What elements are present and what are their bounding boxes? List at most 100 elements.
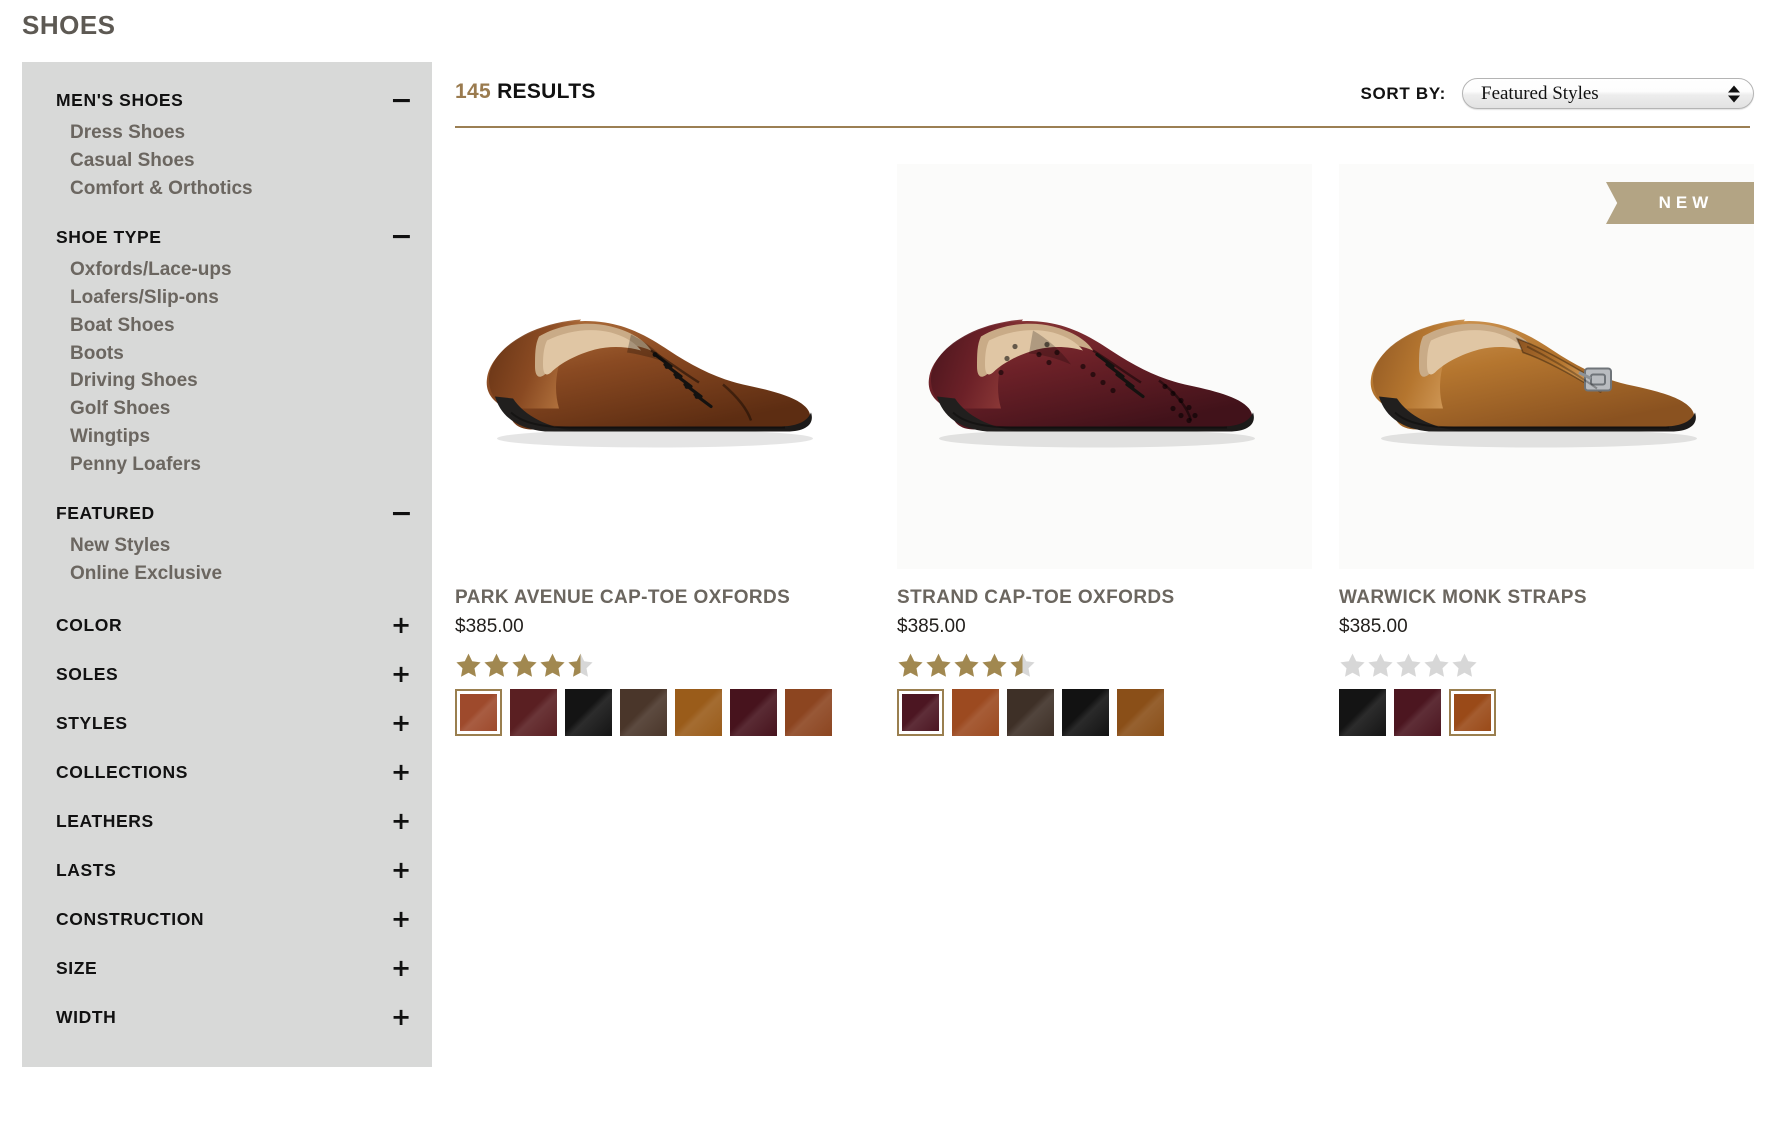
filter-group-color: COLOR +: [22, 602, 432, 651]
product-name[interactable]: WARWICK MONK STRAPS: [1339, 587, 1754, 609]
results-count: 145 RESULTS: [455, 80, 596, 104]
swatch-color: [902, 694, 939, 731]
product-price: $385.00: [1339, 616, 1408, 637]
sort-control: SORT BY: Featured Styles: [1360, 78, 1754, 109]
expand-plus-icon[interactable]: +: [390, 613, 412, 637]
filter-item[interactable]: Dress Shoes: [70, 119, 412, 147]
filter-group-title: SIZE: [56, 957, 98, 978]
filter-item[interactable]: New Styles: [70, 532, 412, 560]
color-swatch[interactable]: [1117, 689, 1164, 736]
color-swatch-selected[interactable]: [1449, 689, 1496, 736]
color-swatch[interactable]: [565, 689, 612, 736]
collapse-minus-icon[interactable]: −: [390, 87, 413, 114]
results-toolbar: 145 RESULTS SORT BY: Featured Styles: [455, 62, 1755, 124]
filter-item[interactable]: Driving Shoes: [70, 367, 412, 395]
color-swatch[interactable]: [1339, 689, 1386, 736]
swatch-color: [620, 689, 667, 736]
filter-group-title: MEN'S SHOES: [56, 90, 184, 110]
sort-by-value: Featured Styles: [1481, 82, 1599, 104]
product-card: PARK AVENUE CAP-TOE OXFORDS $385.00: [455, 164, 870, 736]
filter-group-header[interactable]: LASTS +: [42, 847, 412, 893]
color-swatch[interactable]: [952, 689, 999, 736]
product-grid: PARK AVENUE CAP-TOE OXFORDS $385.00 STRAND…: [455, 164, 1755, 736]
product-price: $385.00: [897, 616, 966, 637]
expand-plus-icon[interactable]: +: [390, 956, 412, 980]
rating-stars[interactable]: [1339, 652, 1754, 678]
filter-group-items: New Styles Online Exclusive: [42, 530, 412, 602]
filter-item[interactable]: Oxfords/Lace-ups: [70, 256, 412, 284]
color-swatch[interactable]: [1394, 689, 1441, 736]
color-swatch[interactable]: [730, 689, 777, 736]
swatch-color: [1454, 694, 1491, 731]
color-swatch[interactable]: [785, 689, 832, 736]
color-swatch-selected[interactable]: [455, 689, 502, 736]
filter-group-styles: STYLES +: [22, 700, 432, 749]
filter-group-soles: SOLES +: [22, 651, 432, 700]
filter-group-header[interactable]: WIDTH +: [42, 994, 412, 1040]
filter-group-header[interactable]: STYLES +: [42, 700, 412, 746]
filter-group-header[interactable]: SHOE TYPE −: [42, 217, 413, 254]
expand-plus-icon[interactable]: +: [390, 711, 412, 735]
swatch-color: [565, 689, 612, 736]
filter-group-leathers: LEATHERS +: [22, 798, 432, 847]
filter-group-title: FEATURED: [56, 503, 155, 524]
expand-plus-icon[interactable]: +: [390, 809, 412, 833]
filter-item[interactable]: Boots: [70, 340, 412, 368]
expand-plus-icon[interactable]: +: [390, 1005, 412, 1029]
expand-plus-icon[interactable]: +: [390, 858, 412, 882]
filter-group-header[interactable]: CONSTRUCTION +: [42, 896, 412, 942]
product-image[interactable]: [897, 164, 1312, 569]
expand-plus-icon[interactable]: +: [390, 662, 412, 686]
color-swatch[interactable]: [1007, 689, 1054, 736]
sort-by-select[interactable]: Featured Styles: [1462, 78, 1754, 109]
expand-plus-icon[interactable]: +: [390, 907, 412, 931]
filter-item[interactable]: Boat Shoes: [70, 312, 412, 340]
expand-plus-icon[interactable]: +: [390, 760, 412, 784]
product-card: STRAND CAP-TOE OXFORDS $385.00: [897, 164, 1312, 736]
filter-group-men-s-shoes: MEN'S SHOES − Dress Shoes Casual Shoes Comfo…: [22, 80, 432, 217]
filter-group-title: CONSTRUCTION: [56, 908, 205, 929]
filter-group-title: LEATHERS: [56, 810, 154, 831]
color-swatches: [1339, 689, 1754, 736]
color-swatch[interactable]: [510, 689, 557, 736]
color-swatch[interactable]: [675, 689, 722, 736]
filter-item[interactable]: Penny Loafers: [70, 451, 412, 479]
product-card: NEW WARWICK MONK STRAPS $385.00: [1339, 164, 1754, 736]
page-title: SHOES: [22, 10, 116, 40]
rating-stars[interactable]: [455, 652, 870, 678]
collapse-minus-icon[interactable]: −: [390, 500, 413, 527]
stepper-arrows-icon: [1728, 85, 1740, 102]
filter-item[interactable]: Online Exclusive: [70, 560, 412, 588]
swatch-color: [952, 689, 999, 736]
filter-item[interactable]: Wingtips: [70, 423, 412, 451]
filter-group-collections: COLLECTIONS +: [22, 749, 432, 798]
filter-group-title: STYLES: [56, 712, 128, 733]
color-swatch[interactable]: [620, 689, 667, 736]
color-swatch-selected[interactable]: [897, 689, 944, 736]
filter-group-header[interactable]: COLLECTIONS +: [42, 749, 412, 795]
color-swatch[interactable]: [1062, 689, 1109, 736]
filter-item[interactable]: Casual Shoes: [70, 147, 412, 175]
filter-item[interactable]: Loafers/Slip-ons: [70, 284, 412, 312]
filter-group-title: COLOR: [56, 614, 123, 635]
color-swatches: [455, 689, 870, 736]
filter-group-items: Dress Shoes Casual Shoes Comfort & Orthoti…: [42, 117, 412, 217]
filter-group-header[interactable]: SIZE +: [42, 945, 412, 991]
filter-group-header[interactable]: SOLES +: [42, 651, 412, 697]
filter-group-header[interactable]: LEATHERS +: [42, 798, 412, 844]
filter-group-width: WIDTH +: [22, 994, 432, 1043]
collapse-minus-icon[interactable]: −: [390, 223, 413, 250]
filter-group-header[interactable]: MEN'S SHOES −: [42, 80, 413, 117]
product-name[interactable]: STRAND CAP-TOE OXFORDS: [897, 587, 1312, 609]
rating-stars[interactable]: [897, 652, 1312, 678]
product-image[interactable]: [455, 164, 870, 569]
filter-item[interactable]: Comfort & Orthotics: [70, 175, 412, 203]
filter-group-header[interactable]: COLOR +: [42, 602, 412, 648]
color-swatches: [897, 689, 1312, 736]
product-name[interactable]: PARK AVENUE CAP-TOE OXFORDS: [455, 587, 870, 609]
filter-group-header[interactable]: FEATURED −: [42, 493, 413, 530]
product-image[interactable]: NEW: [1339, 164, 1754, 569]
swatch-color: [785, 689, 832, 736]
filter-item[interactable]: Golf Shoes: [70, 395, 412, 423]
swatch-color: [1007, 689, 1054, 736]
